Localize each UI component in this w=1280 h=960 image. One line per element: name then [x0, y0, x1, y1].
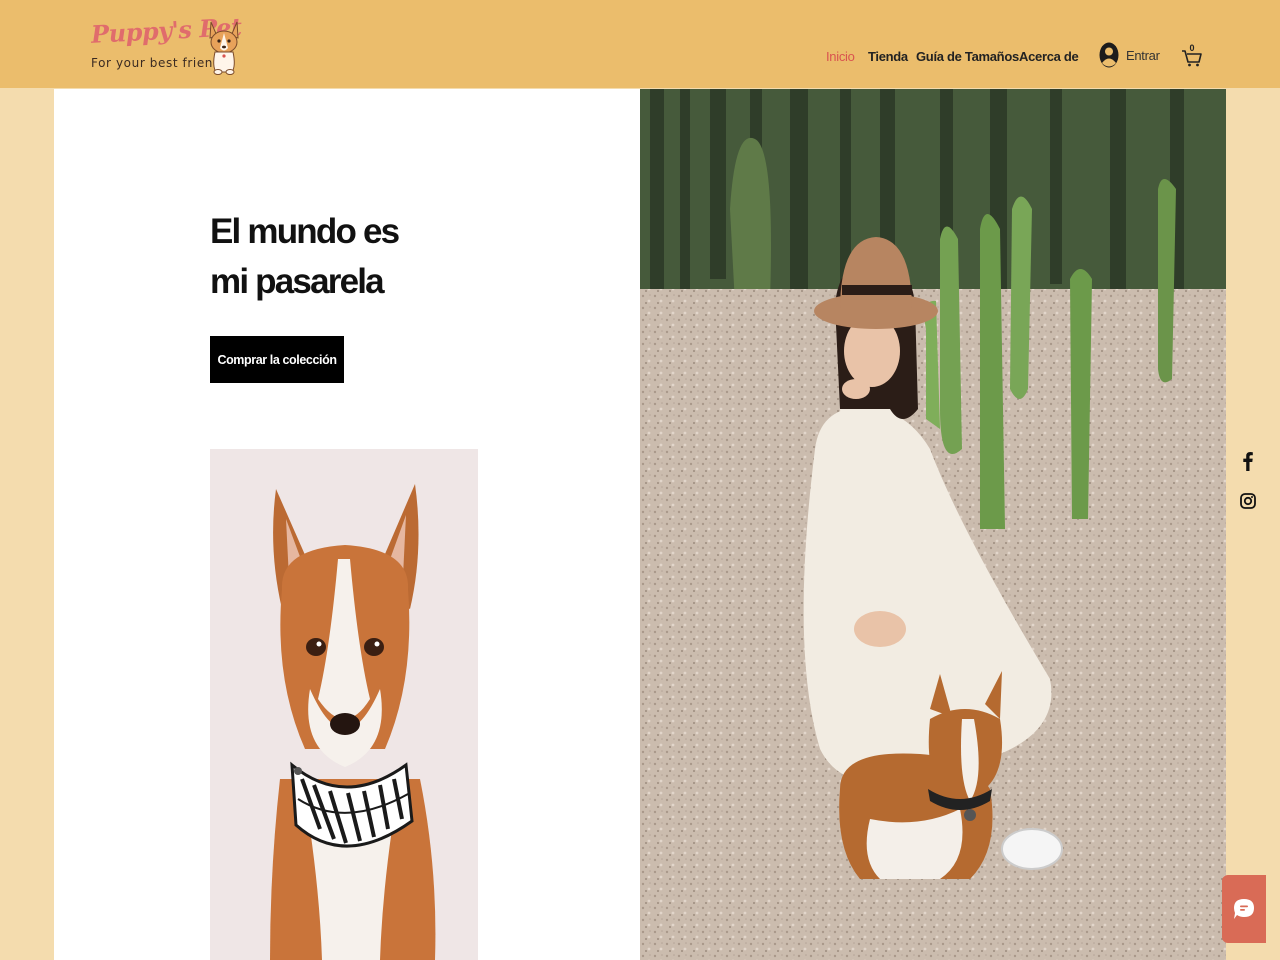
- shop-collection-button[interactable]: Comprar la colección: [210, 336, 344, 383]
- nav-item-acerca-de[interactable]: Acerca de: [1019, 49, 1079, 64]
- cart-count-badge: 0: [1189, 43, 1195, 53]
- hero-headline-line1: El mundo es: [210, 212, 400, 251]
- nav-item-tienda[interactable]: Tienda: [868, 49, 908, 64]
- facebook-icon: [1243, 452, 1253, 471]
- corgi-logo-icon: [209, 21, 239, 75]
- dog-collar-product-image[interactable]: [210, 449, 478, 960]
- login-button[interactable]: Entrar: [1099, 42, 1160, 68]
- brand-logo[interactable]: Puppy's Pet For your best friend: [90, 12, 250, 76]
- site-header: Puppy's Pet For your best friend Inicio …: [0, 0, 1280, 88]
- hero-left-panel: El mundo es mi pasarela Comprar la colec…: [54, 89, 640, 960]
- woman-with-dog-photo: [640, 89, 1226, 960]
- chat-widget-button[interactable]: [1222, 875, 1266, 943]
- cart-button[interactable]: 0: [1181, 43, 1203, 67]
- hero-headline-line2: mi pasarela: [210, 262, 385, 301]
- brand-tagline: For your best friend: [91, 56, 222, 70]
- instagram-icon: [1240, 493, 1256, 509]
- instagram-link[interactable]: [1237, 490, 1259, 512]
- facebook-link[interactable]: [1237, 450, 1259, 472]
- hero-headline: El mundo es mi pasarela: [210, 207, 400, 307]
- nav-item-guia-tamanos[interactable]: Guía de Tamaños: [916, 49, 1019, 64]
- nav-item-inicio[interactable]: Inicio: [826, 49, 855, 64]
- chat-icon: [1234, 899, 1254, 919]
- hero-lifestyle-photo: [640, 89, 1226, 960]
- basenji-dog-illustration: [210, 449, 478, 960]
- login-label: Entrar: [1126, 47, 1160, 63]
- user-avatar-icon: [1099, 42, 1119, 68]
